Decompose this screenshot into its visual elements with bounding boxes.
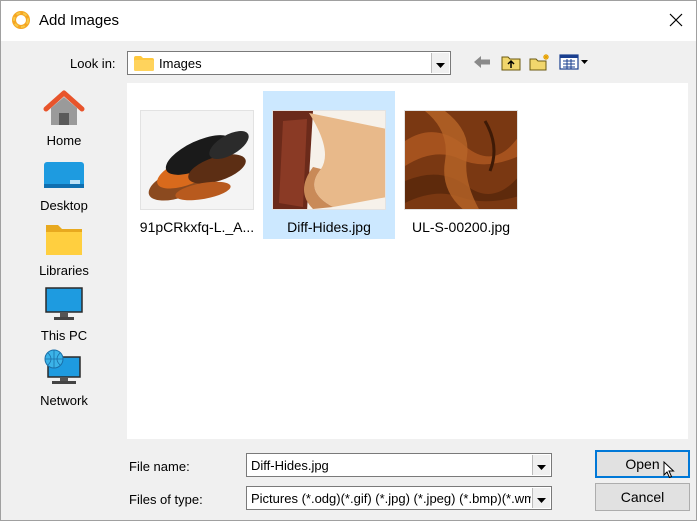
desktop-icon bbox=[42, 154, 86, 192]
place-label: This PC bbox=[40, 328, 88, 343]
open-button-label: Open bbox=[625, 456, 660, 472]
view-menu-button[interactable] bbox=[557, 52, 591, 74]
look-in-label: Look in: bbox=[70, 56, 116, 71]
view-menu-icon bbox=[559, 53, 589, 73]
app-ring-icon bbox=[12, 11, 30, 29]
close-button[interactable] bbox=[661, 7, 691, 35]
file-item[interactable]: 91pCRkxfq-L._A... bbox=[131, 91, 263, 239]
cancel-button-label: Cancel bbox=[620, 489, 665, 505]
cancel-button[interactable]: Cancel bbox=[595, 483, 690, 511]
file-name-label: UL-S-00200.jpg bbox=[411, 219, 511, 235]
place-label: Desktop bbox=[40, 198, 88, 213]
file-name-dropdown-button[interactable] bbox=[532, 455, 550, 475]
look-in-combo[interactable]: Images bbox=[127, 51, 451, 75]
file-name-input[interactable]: Diff-Hides.jpg bbox=[251, 458, 329, 473]
places-bar: Home Desktop Libraries This PC Network bbox=[10, 83, 118, 413]
libraries-icon bbox=[42, 219, 86, 257]
file-type-value: Pictures (*.odg)(*.gif) (*.jpg) (*.jpeg)… bbox=[251, 491, 531, 506]
home-icon bbox=[42, 89, 86, 127]
place-label: Network bbox=[40, 393, 88, 408]
mouse-cursor-icon bbox=[663, 460, 675, 482]
new-folder-icon bbox=[529, 53, 551, 74]
close-icon bbox=[669, 13, 683, 30]
file-item-selected[interactable]: Diff-Hides.jpg bbox=[263, 91, 395, 239]
file-item[interactable]: UL-S-00200.jpg bbox=[395, 91, 527, 239]
place-label: Libraries bbox=[39, 263, 89, 278]
look-in-value: Images bbox=[159, 56, 202, 71]
place-label: Home bbox=[46, 133, 82, 148]
file-list[interactable]: 91pCRkxfq-L._A... Diff-Hides.jpg UL-S-00… bbox=[127, 83, 688, 439]
place-network[interactable]: Network bbox=[10, 343, 118, 408]
up-folder-icon bbox=[501, 53, 521, 74]
chevron-down-icon bbox=[537, 458, 546, 473]
add-images-dialog: Add Images Look in: Images Home Desktop … bbox=[0, 0, 697, 521]
chevron-down-icon bbox=[537, 491, 546, 506]
window-title: Add Images bbox=[39, 12, 120, 29]
place-home[interactable]: Home bbox=[10, 83, 118, 148]
file-type-combo[interactable]: Pictures (*.odg)(*.gif) (*.jpg) (*.jpeg)… bbox=[246, 486, 552, 510]
place-this-pc[interactable]: This PC bbox=[10, 278, 118, 343]
file-name-combo[interactable]: Diff-Hides.jpg bbox=[246, 453, 552, 477]
chevron-down-icon bbox=[436, 56, 445, 71]
file-type-dropdown-button[interactable] bbox=[532, 488, 550, 508]
image-thumbnail bbox=[272, 110, 386, 210]
new-folder-button[interactable] bbox=[528, 52, 552, 74]
back-button[interactable] bbox=[471, 52, 493, 74]
open-button[interactable]: Open bbox=[595, 450, 690, 478]
up-folder-button[interactable] bbox=[499, 52, 523, 74]
file-type-label: Files of type: bbox=[129, 492, 203, 507]
network-icon bbox=[42, 349, 86, 387]
place-desktop[interactable]: Desktop bbox=[10, 148, 118, 213]
this-pc-icon bbox=[42, 284, 86, 322]
image-thumbnail bbox=[404, 110, 518, 210]
file-name-label: 91pCRkxfq-L._A... bbox=[139, 219, 255, 235]
image-thumbnail bbox=[140, 110, 254, 210]
look-in-dropdown-button[interactable] bbox=[431, 53, 449, 73]
title-bar[interactable]: Add Images bbox=[1, 1, 696, 41]
folder-icon bbox=[134, 56, 154, 74]
back-arrow-icon bbox=[474, 55, 490, 71]
file-name-label: File name: bbox=[129, 459, 190, 474]
place-libraries[interactable]: Libraries bbox=[10, 213, 118, 278]
file-name-label: Diff-Hides.jpg bbox=[287, 219, 371, 235]
